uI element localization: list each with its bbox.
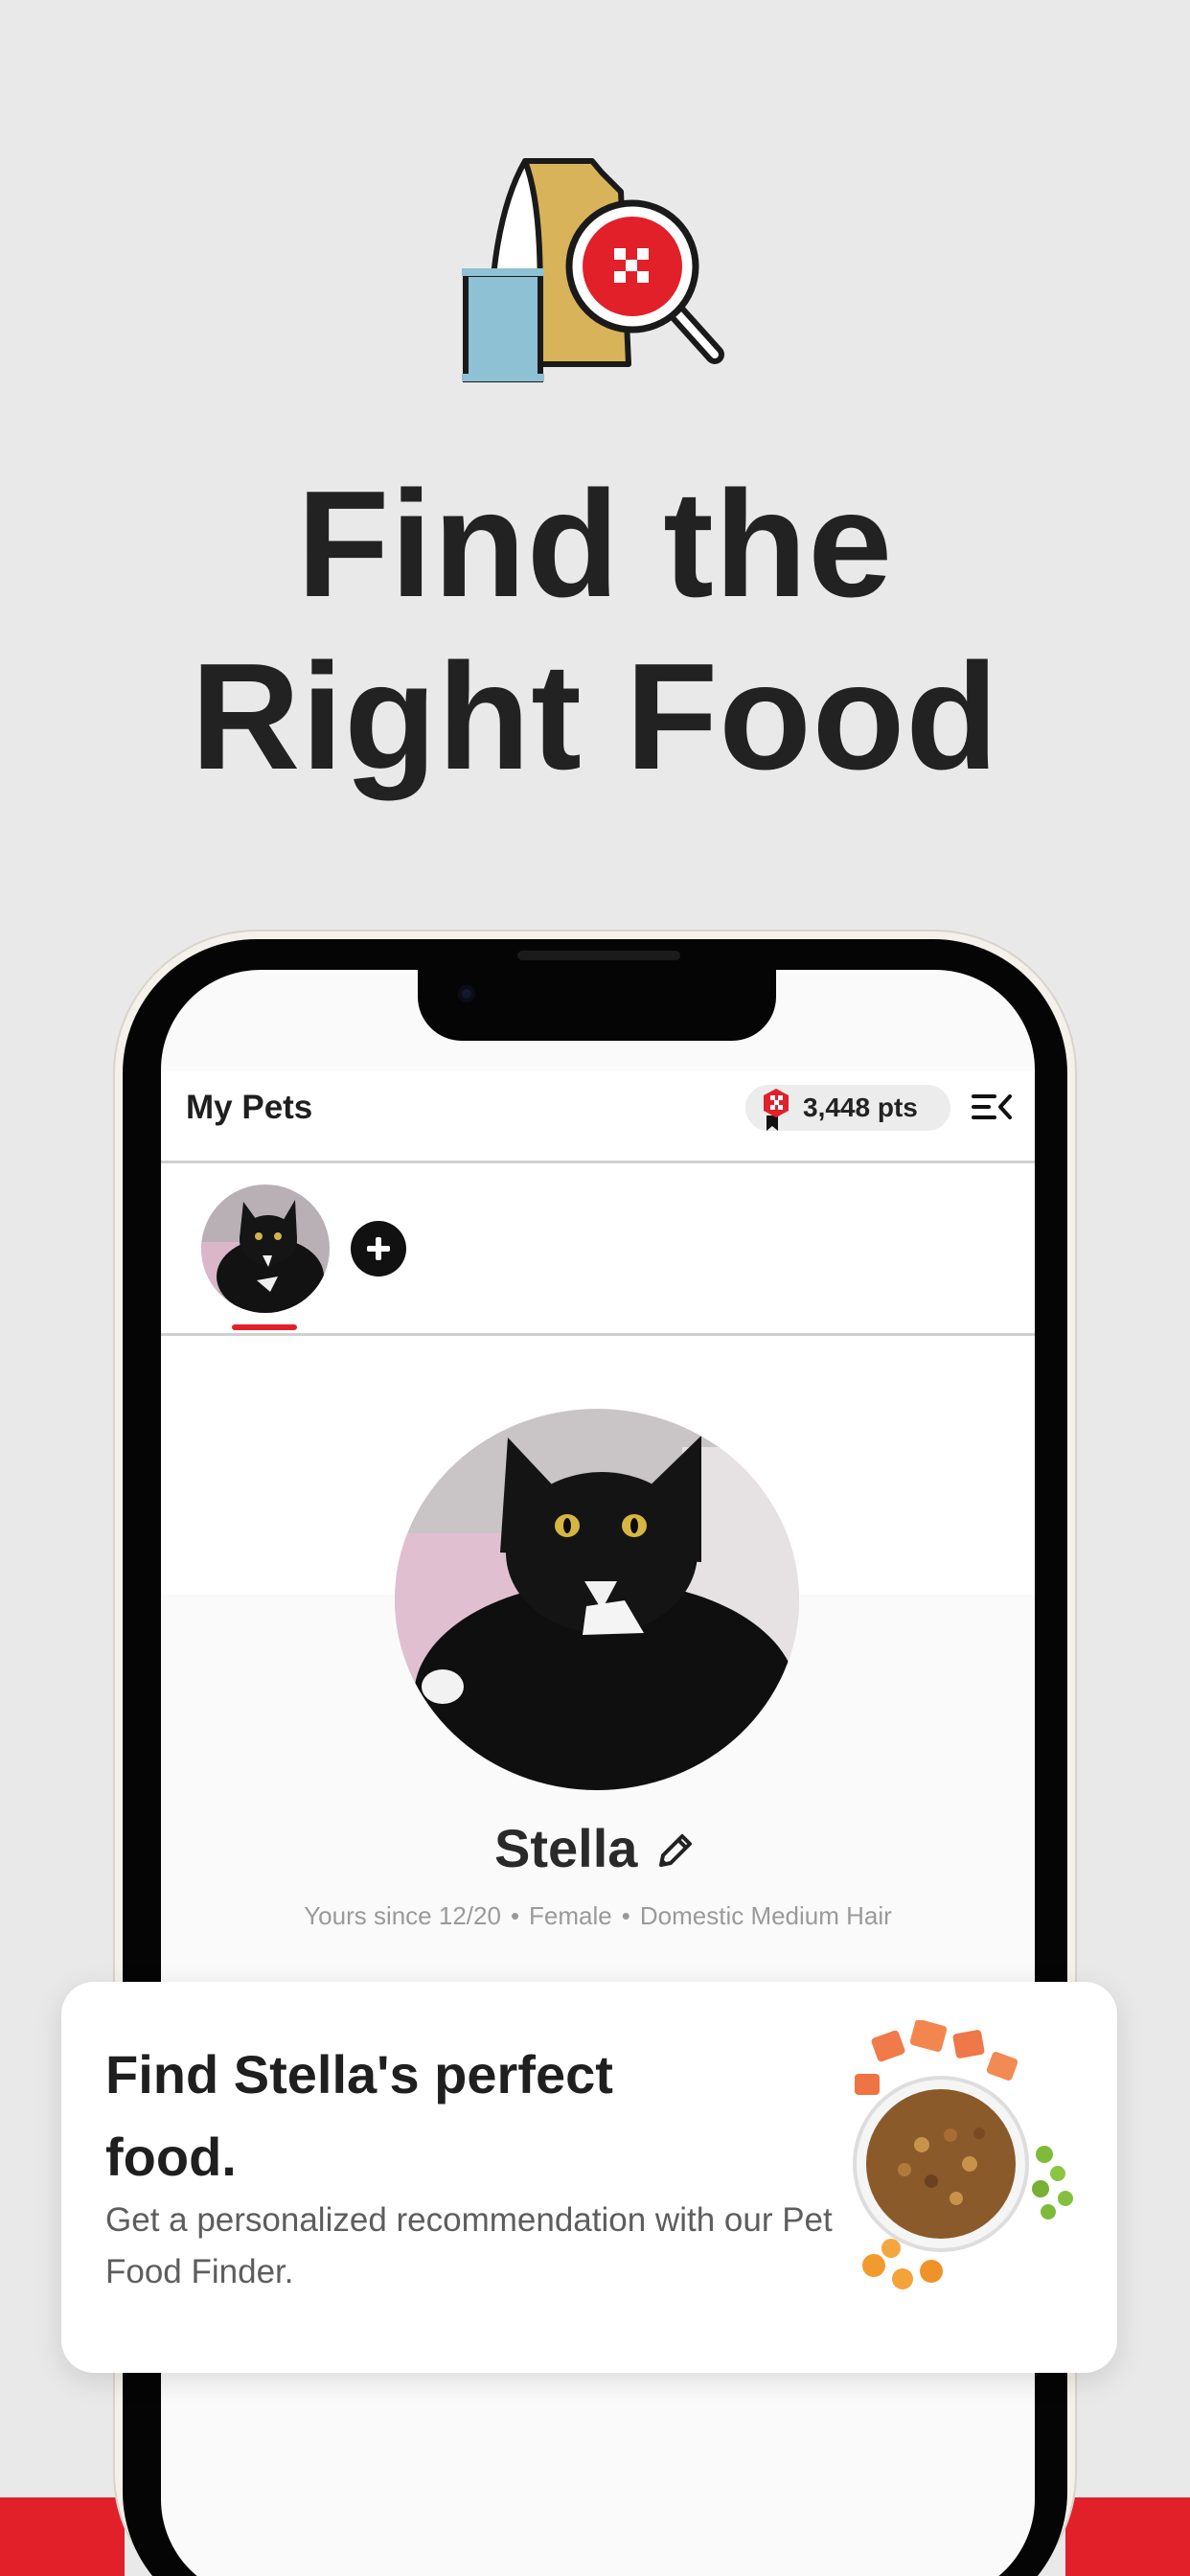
pet-selector bbox=[161, 1163, 1035, 1336]
separator: • bbox=[510, 1901, 520, 1930]
app-header: My Pets 3,448 pts bbox=[161, 1071, 1035, 1163]
pet-food-bowl-image bbox=[853, 2020, 1073, 2289]
finder-card-title: Find Stella's perfect food. bbox=[105, 2044, 613, 2187]
pet-profile-photo[interactable] bbox=[395, 1409, 799, 1790]
pet-avatar-stella[interactable] bbox=[201, 1184, 330, 1313]
brand-stripe-left bbox=[0, 2497, 125, 2576]
pet-food-finder-card[interactable]: Find Stella's perfect food. Get a person… bbox=[61, 1982, 1117, 2373]
selected-pet-indicator bbox=[232, 1324, 297, 1330]
brand-stripe-right bbox=[1065, 2497, 1190, 2576]
cat-avatar bbox=[201, 1184, 330, 1313]
pencil-icon[interactable] bbox=[653, 1830, 696, 1873]
separator: • bbox=[621, 1901, 630, 1930]
pet-sex: Female bbox=[529, 1901, 612, 1930]
pet-breed: Domestic Medium Hair bbox=[639, 1901, 892, 1930]
pet-food-bag-magnifier-icon bbox=[462, 158, 724, 382]
pet-name: Stella bbox=[494, 1818, 638, 1878]
plus-circle-icon[interactable] bbox=[351, 1221, 406, 1276]
phone-camera bbox=[458, 985, 475, 1002]
points-button[interactable]: 3,448 pts bbox=[745, 1085, 950, 1131]
pet-details: Yours since 12/20 • Female • Domestic Medium… bbox=[161, 1901, 1035, 1931]
pet-since: Yours since 12/20 bbox=[304, 1901, 501, 1930]
cat-photo bbox=[395, 1409, 799, 1790]
menu-collapse-icon[interactable] bbox=[972, 1092, 1012, 1121]
finder-card-description: Get a personalized recommendation with o… bbox=[105, 2201, 833, 2290]
hero-title-line-1: Find the bbox=[296, 460, 894, 629]
phone-speaker bbox=[517, 951, 680, 960]
rewards-badge-icon bbox=[764, 1089, 789, 1131]
hero-title: Find the Right Food bbox=[0, 458, 1190, 803]
page-title: My Pets bbox=[186, 1089, 313, 1126]
hero-title-line-2: Right Food bbox=[191, 632, 999, 801]
points-balance: 3,448 pts bbox=[803, 1092, 918, 1122]
